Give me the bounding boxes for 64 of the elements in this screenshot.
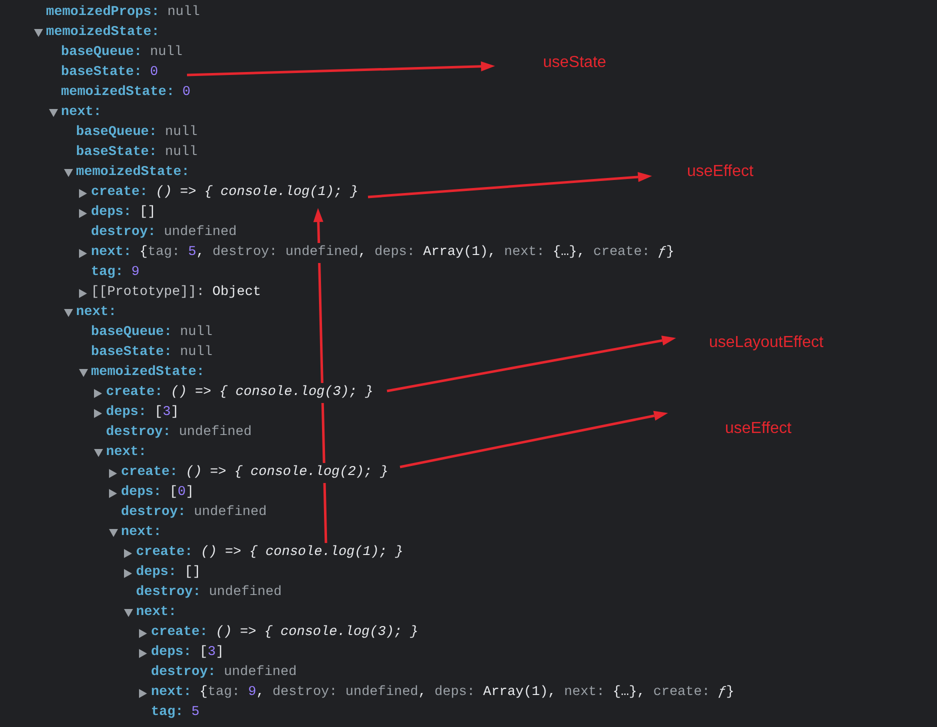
collapsed-triangle-icon[interactable]	[79, 288, 87, 298]
property-key: memoizedState:	[91, 362, 204, 384]
collapsed-triangle-icon[interactable]	[79, 188, 87, 198]
property-key: next:	[106, 442, 147, 464]
property-key: baseState:	[61, 62, 142, 84]
property-key: baseState:	[76, 142, 158, 164]
property-key: destroy:	[151, 662, 216, 684]
property-key: tag:	[151, 702, 184, 724]
property-key: deps:	[106, 402, 147, 424]
property-key: memoizedState:	[76, 162, 190, 184]
collapsed-triangle-icon[interactable]	[109, 468, 117, 478]
collapsed-triangle-icon[interactable]	[109, 488, 117, 498]
collapsed-triangle-icon[interactable]	[124, 548, 132, 558]
property-key: deps:	[136, 562, 177, 584]
property-key: deps:	[121, 482, 162, 504]
property-value: () => { console.log(2); }	[186, 462, 388, 484]
expanded-triangle-icon[interactable]	[94, 449, 103, 457]
property-key: baseQueue:	[61, 42, 142, 64]
property-value: () => { console.log(3); }	[170, 382, 374, 404]
property-key: next:	[136, 602, 177, 624]
expanded-triangle-icon[interactable]	[124, 609, 133, 617]
property-key: next:	[91, 242, 132, 264]
property-key: next:	[121, 522, 162, 544]
collapsed-triangle-icon[interactable]	[79, 208, 87, 218]
expanded-triangle-icon[interactable]	[109, 529, 118, 537]
expanded-triangle-icon[interactable]	[79, 369, 88, 377]
property-key: destroy:	[106, 422, 171, 444]
property-key: memoizedProps:	[46, 2, 160, 24]
property-key: create:	[91, 182, 148, 204]
property-key: create:	[136, 542, 193, 564]
property-key: create:	[151, 622, 208, 644]
property-key: destroy:	[121, 502, 186, 524]
property-key: [[Prototype]]:	[91, 282, 204, 304]
expanded-triangle-icon[interactable]	[64, 169, 73, 177]
collapsed-triangle-icon[interactable]	[124, 568, 132, 578]
property-key: next:	[61, 102, 102, 124]
property-key: memoizedState:	[61, 82, 174, 104]
expanded-triangle-icon[interactable]	[49, 109, 58, 117]
property-key: tag:	[91, 262, 124, 284]
property-key: baseQueue:	[91, 322, 172, 344]
property-key: destroy:	[136, 582, 201, 604]
collapsed-triangle-icon[interactable]	[94, 408, 102, 418]
property-key: next:	[76, 302, 117, 324]
property-key: deps:	[91, 202, 132, 224]
property-key: baseQueue:	[76, 122, 158, 144]
property-key: memoizedState:	[46, 22, 160, 44]
expanded-triangle-icon[interactable]	[34, 29, 43, 37]
collapsed-triangle-icon[interactable]	[79, 248, 87, 258]
property-key: create:	[106, 382, 163, 404]
expanded-triangle-icon[interactable]	[64, 309, 73, 317]
annotation-label: useLayoutEffect	[709, 333, 824, 353]
collapsed-triangle-icon[interactable]	[139, 628, 147, 638]
annotation-label: useState	[543, 53, 606, 73]
collapsed-triangle-icon[interactable]	[139, 648, 147, 658]
annotation-label: useEffect	[687, 162, 754, 182]
collapsed-triangle-icon[interactable]	[139, 688, 147, 698]
property-value: {tag: 5, destroy: undefined, deps: Array(1), next: {…}, create: ƒ}	[140, 242, 674, 264]
collapsed-triangle-icon[interactable]	[94, 388, 102, 398]
property-key: deps:	[151, 642, 192, 664]
property-key: baseState:	[91, 342, 172, 364]
property-key: next:	[151, 682, 192, 704]
property-key: create:	[121, 462, 178, 484]
annotation-label: useEffect	[725, 419, 792, 439]
property-key: destroy:	[91, 222, 156, 244]
